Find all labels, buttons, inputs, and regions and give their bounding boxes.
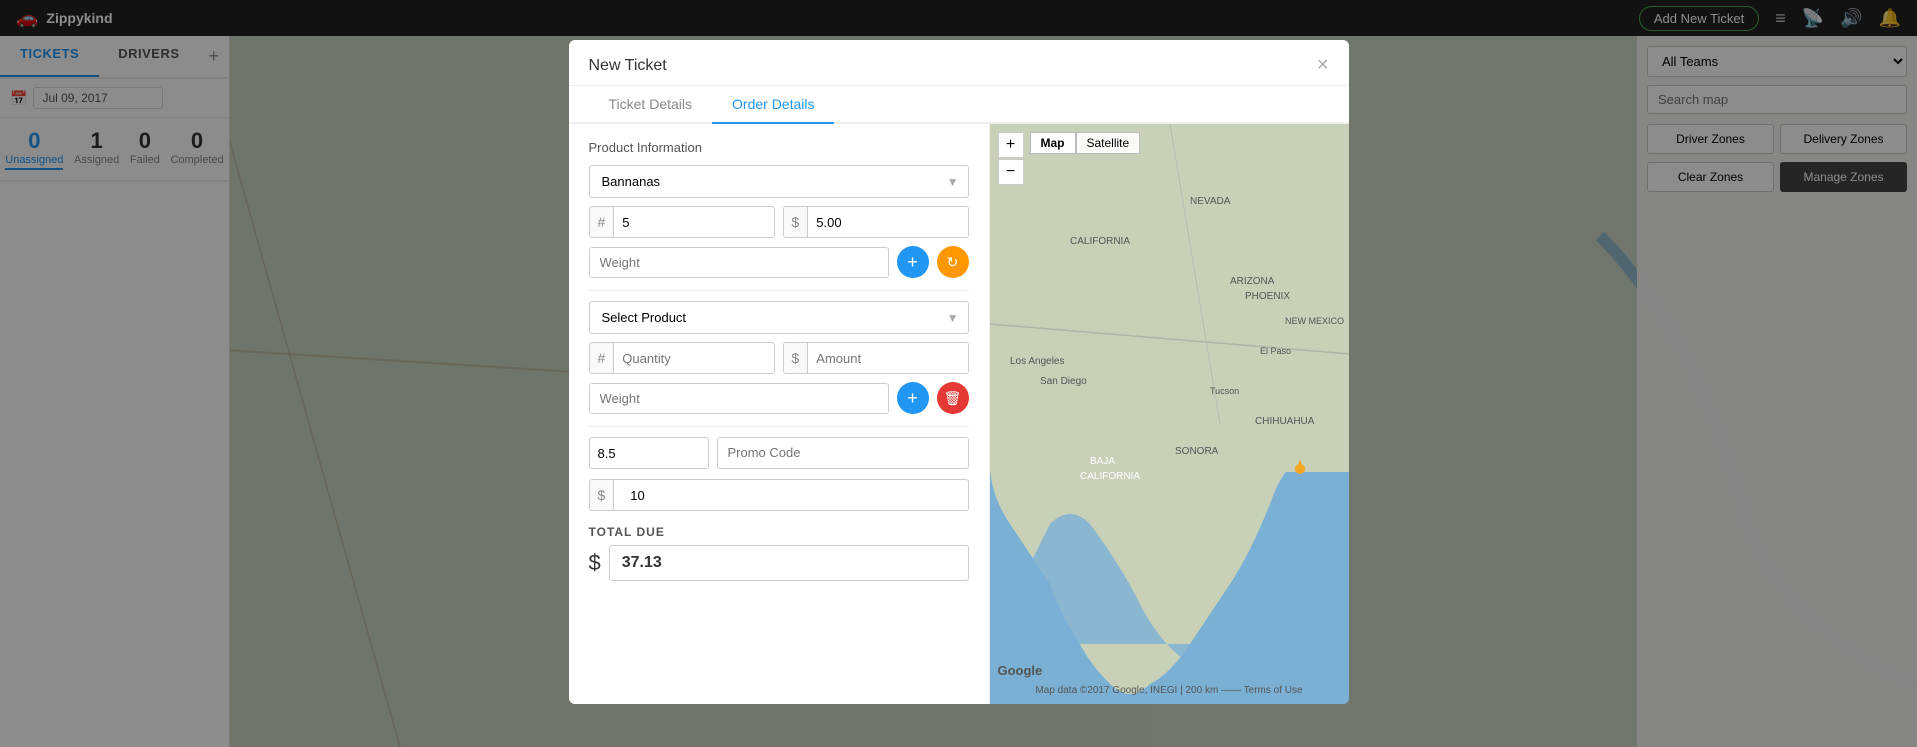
- product-row-2: Select Product ▼ # $: [589, 301, 969, 414]
- product1-price-prefix: $: [784, 207, 809, 237]
- svg-text:CALIFORNIA: CALIFORNIA: [1080, 471, 1140, 482]
- order-details-form: Product Information Bannanas ▼ #: [569, 124, 989, 704]
- product2-price-wrap: $: [783, 342, 969, 374]
- tip-row: $: [589, 479, 969, 511]
- product2-quantity-prefix: #: [590, 343, 615, 373]
- svg-text:SONORA: SONORA: [1175, 446, 1219, 457]
- product2-price-input[interactable]: [808, 344, 968, 373]
- product2-quantity-wrap: #: [589, 342, 775, 374]
- product1-select-wrap: Bannanas ▼: [589, 165, 969, 198]
- svg-text:PHOENIX: PHOENIX: [1245, 291, 1290, 302]
- new-ticket-modal: New Ticket × Ticket Details Order Detail…: [569, 40, 1349, 704]
- product1-quantity-prefix: #: [590, 207, 615, 237]
- svg-text:ARIZONA: ARIZONA: [1230, 276, 1275, 287]
- tip-prefix: $: [590, 480, 615, 510]
- modal-map-inner: CALIFORNIA NEVADA ARIZONA PHOENIX NEW ME…: [990, 124, 1349, 704]
- product2-weight-input[interactable]: [590, 384, 888, 413]
- total-due-label: TOTAL DUE: [589, 525, 969, 539]
- divider-1: [589, 290, 969, 291]
- map-attribution: Map data ©2017 Google, INEGI | 200 km ——…: [990, 685, 1349, 696]
- modal-title: New Ticket: [589, 57, 667, 75]
- product2-add-button[interactable]: +: [897, 382, 929, 414]
- modal-map: CALIFORNIA NEVADA ARIZONA PHOENIX NEW ME…: [989, 124, 1349, 704]
- divider-2: [589, 426, 969, 427]
- product1-weight-input[interactable]: [590, 248, 888, 277]
- product2-delete-button[interactable]: 🗑: [937, 382, 969, 414]
- svg-text:NEW MEXICO: NEW MEXICO: [1285, 316, 1344, 326]
- product2-quantity-input[interactable]: [614, 344, 774, 373]
- product1-weight-row: + ↻: [589, 246, 969, 278]
- svg-text:San Diego: San Diego: [1040, 376, 1087, 387]
- section-title-product-info: Product Information: [589, 140, 969, 155]
- svg-text:NEVADA: NEVADA: [1190, 196, 1231, 207]
- tax-promo-row: %: [589, 437, 969, 469]
- tax-wrap: %: [589, 437, 709, 469]
- total-due-input[interactable]: [609, 545, 969, 581]
- product1-weight-wrap: [589, 247, 889, 278]
- promo-wrap: [717, 437, 969, 469]
- map-zoom-in-button[interactable]: +: [998, 132, 1024, 158]
- modal-close-button[interactable]: ×: [1317, 54, 1329, 77]
- product2-select[interactable]: Select Product: [589, 301, 969, 334]
- tip-input[interactable]: [622, 481, 967, 510]
- svg-text:Los Angeles: Los Angeles: [1010, 356, 1065, 367]
- total-dollar-sign: $: [589, 550, 601, 576]
- product2-qty-price-row: # $: [589, 342, 969, 374]
- product1-add-button[interactable]: +: [897, 246, 929, 278]
- svg-text:El Paso: El Paso: [1260, 346, 1291, 356]
- map-type-buttons: Map Satellite: [1030, 132, 1141, 154]
- product1-quantity-wrap: #: [589, 206, 775, 238]
- product1-select[interactable]: Bannanas: [589, 165, 969, 198]
- modal-map-controls: + −: [998, 132, 1024, 185]
- product1-refresh-button[interactable]: ↻: [937, 246, 969, 278]
- total-row: $: [589, 545, 969, 581]
- product2-select-wrap: Select Product ▼: [589, 301, 969, 334]
- map-type-satellite-button[interactable]: Satellite: [1076, 132, 1141, 154]
- google-logo: Google: [998, 663, 1043, 678]
- product2-weight-row: + 🗑: [589, 382, 969, 414]
- modal-header: New Ticket ×: [569, 40, 1349, 86]
- tax-input[interactable]: [590, 439, 709, 468]
- product1-price-input[interactable]: [808, 208, 968, 237]
- product1-price-wrap: $: [783, 206, 969, 238]
- product2-price-prefix: $: [784, 343, 809, 373]
- product-row-1: Bannanas ▼ # $: [589, 165, 969, 278]
- map-type-map-button[interactable]: Map: [1030, 132, 1076, 154]
- svg-text:CALIFORNIA: CALIFORNIA: [1070, 236, 1130, 247]
- modal-tabs: Ticket Details Order Details: [569, 86, 1349, 124]
- product1-quantity-input[interactable]: [614, 208, 774, 237]
- svg-text:BAJA: BAJA: [1090, 456, 1115, 467]
- product2-weight-wrap: [589, 383, 889, 414]
- product1-qty-price-row: # $: [589, 206, 969, 238]
- svg-text:Tucson: Tucson: [1210, 386, 1239, 396]
- promo-code-input[interactable]: [718, 438, 968, 467]
- modal-map-svg: CALIFORNIA NEVADA ARIZONA PHOENIX NEW ME…: [990, 124, 1349, 704]
- modal-body: Product Information Bannanas ▼ #: [569, 124, 1349, 704]
- svg-text:CHIHUAHUA: CHIHUAHUA: [1255, 416, 1315, 427]
- tab-order-details[interactable]: Order Details: [712, 86, 834, 124]
- tab-ticket-details[interactable]: Ticket Details: [589, 86, 713, 124]
- total-section: TOTAL DUE $: [589, 525, 969, 581]
- map-zoom-out-button[interactable]: −: [998, 159, 1024, 185]
- modal-overlay: New Ticket × Ticket Details Order Detail…: [0, 0, 1917, 747]
